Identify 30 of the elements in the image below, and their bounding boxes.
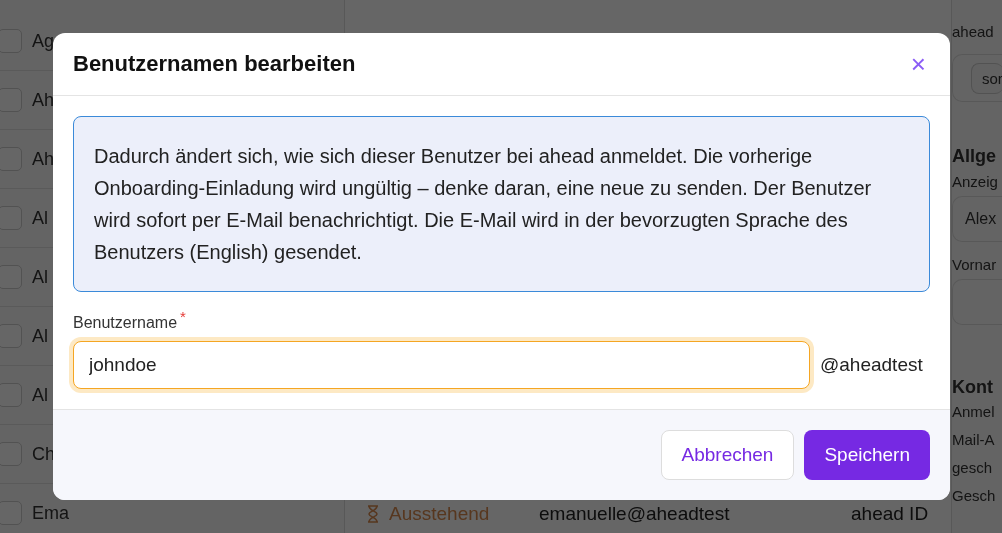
field-label: Vornar [952, 256, 998, 273]
list-item-label: Ah [32, 89, 55, 111]
list-item-label: Ah [32, 148, 55, 170]
domain-suffix: @aheadtest [820, 354, 923, 376]
required-asterisk: * [180, 308, 186, 327]
table-cell: ahead ID [851, 503, 929, 525]
list-item-label: Al [32, 207, 48, 229]
section-heading: Allge [952, 146, 997, 167]
panel-text: Mail-A [952, 430, 996, 450]
info-message: Dadurch ändert sich, wie sich dieser Benutzer bei ahead anmeldet. Die vorherige Onboarding-Einladung wird ungültig – denke daran, eine neue zu senden. Der Benutzer wird sofort per E-Mail benachrichtigt. Die E-Mail wird in der bevorzugten Sprache des Benutzers (English) gesendet. [73, 116, 930, 292]
panel-text: ahead [952, 22, 995, 42]
table-cell-text: emanuelle@aheadtest [539, 503, 731, 525]
dialog-title: Benutzernamen bearbeiten [73, 51, 356, 77]
list-item-label: Al [32, 325, 48, 347]
section-heading: Kont [952, 377, 994, 398]
hourglass-icon [367, 505, 379, 523]
close-button[interactable]: × [906, 51, 930, 77]
panel-text: Anmel [952, 402, 996, 422]
status-text: Ausstehend [389, 503, 491, 525]
list-item-label: Al [32, 384, 48, 406]
panel-text: gesch [952, 458, 994, 478]
username-field[interactable]: johndoe [73, 341, 810, 389]
field-label: Benutzername [73, 314, 178, 332]
list-item-label: Ema [32, 502, 69, 524]
cancel-button[interactable]: Abbrechen [660, 430, 795, 480]
save-button[interactable]: Speichern [804, 430, 930, 480]
field-label: Anzeig [952, 173, 999, 190]
list-item-label: Ag [32, 30, 55, 52]
panel-text: Gesch [952, 486, 997, 506]
list-item-label: Al [32, 266, 48, 288]
